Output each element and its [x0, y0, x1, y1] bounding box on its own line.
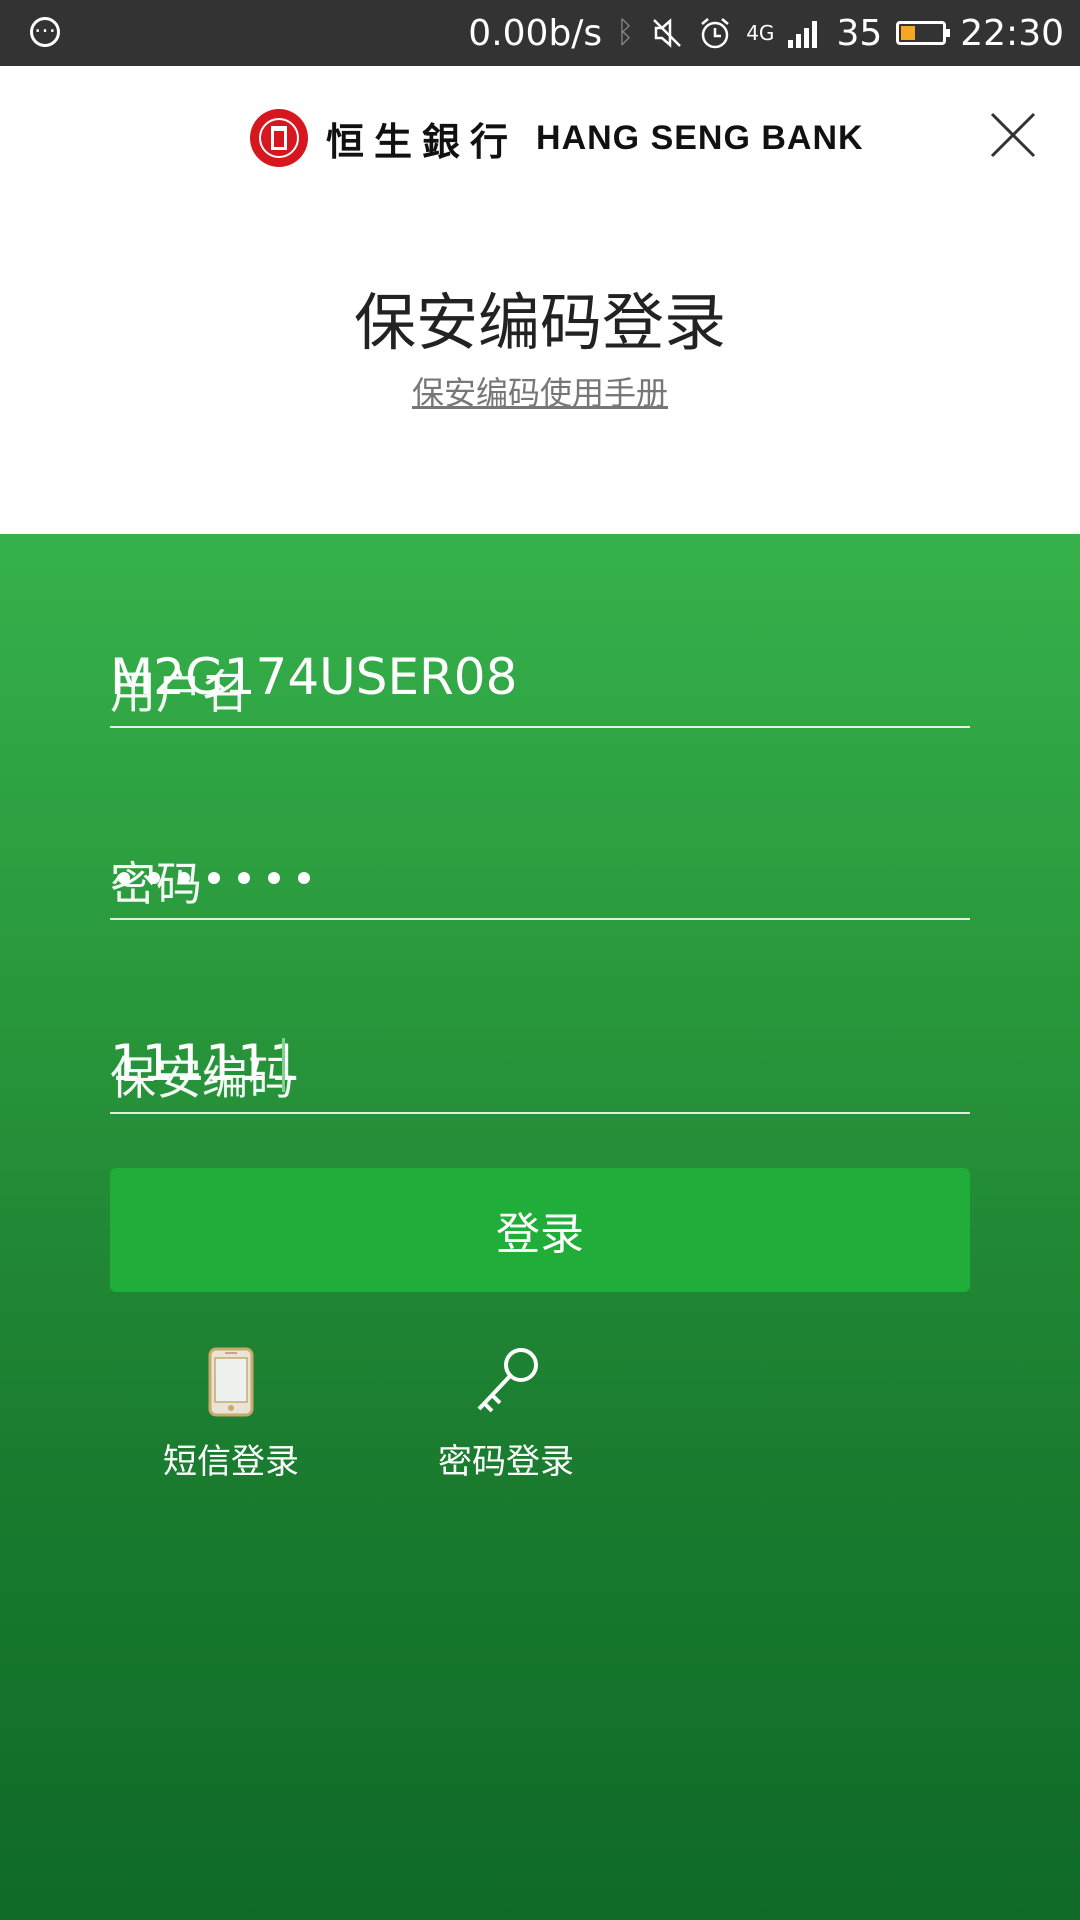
hang-seng-logo-icon: [250, 109, 308, 167]
phone-icon: [131, 1342, 331, 1422]
password-dot: [298, 872, 310, 884]
username-label: 用户名: [110, 665, 248, 719]
battery-icon: [896, 21, 951, 45]
status-bar-right: 0.00b/s ᛒ 4G 35 22:30: [468, 0, 1064, 66]
clock: 22:30: [960, 12, 1064, 54]
password-login-option[interactable]: 密码登录: [406, 1342, 606, 1483]
bluetooth-icon: ᛒ: [616, 15, 635, 50]
username-field[interactable]: M2G174USER08 用户名: [110, 626, 970, 728]
password-label: 密码: [110, 857, 202, 911]
password-dot: [208, 872, 220, 884]
alarm-icon: [698, 16, 732, 50]
text-cursor: [282, 1038, 285, 1092]
status-bar: 0.00b/s ᛒ 4G 35 22:30: [0, 0, 1080, 66]
close-button[interactable]: [988, 110, 1038, 160]
battery-percent: 35: [836, 12, 883, 54]
password-dot: [268, 872, 280, 884]
login-button[interactable]: 登录: [110, 1168, 970, 1292]
password-field[interactable]: 密码: [110, 818, 970, 920]
login-panel: M2G174USER08 用户名 密码 111111 保安编码 登录 短信登录: [0, 534, 1080, 1920]
signal-icon: [788, 18, 822, 48]
security-code-label: 保安编码: [110, 1051, 294, 1105]
password-dot: [238, 872, 250, 884]
sms-login-option[interactable]: 短信登录: [131, 1342, 331, 1483]
header: 恒生銀行 HANG SENG BANK 保安编码登录 保安编码使用手册: [0, 66, 1080, 534]
page-title: 保安编码登录: [353, 286, 726, 359]
network-type: 4G: [746, 21, 775, 45]
sms-login-label: 短信登录: [163, 1442, 299, 1482]
network-speed: 0.00b/s: [468, 12, 603, 54]
more-options-icon: [30, 11, 60, 47]
password-login-label: 密码登录: [438, 1442, 574, 1482]
security-code-manual-link[interactable]: 保安编码使用手册: [0, 368, 1080, 414]
logo-chinese-name: 恒生銀行: [326, 118, 519, 164]
close-icon: [990, 112, 1036, 158]
security-code-field[interactable]: 111111 保安编码: [110, 1012, 970, 1114]
key-icon: [406, 1342, 606, 1422]
battery-fill: [901, 26, 916, 40]
bank-logo: 恒生銀行 HANG SENG BANK: [250, 106, 864, 170]
logo-english-name: HANG SENG BANK: [536, 118, 864, 157]
mute-icon: [650, 16, 684, 50]
